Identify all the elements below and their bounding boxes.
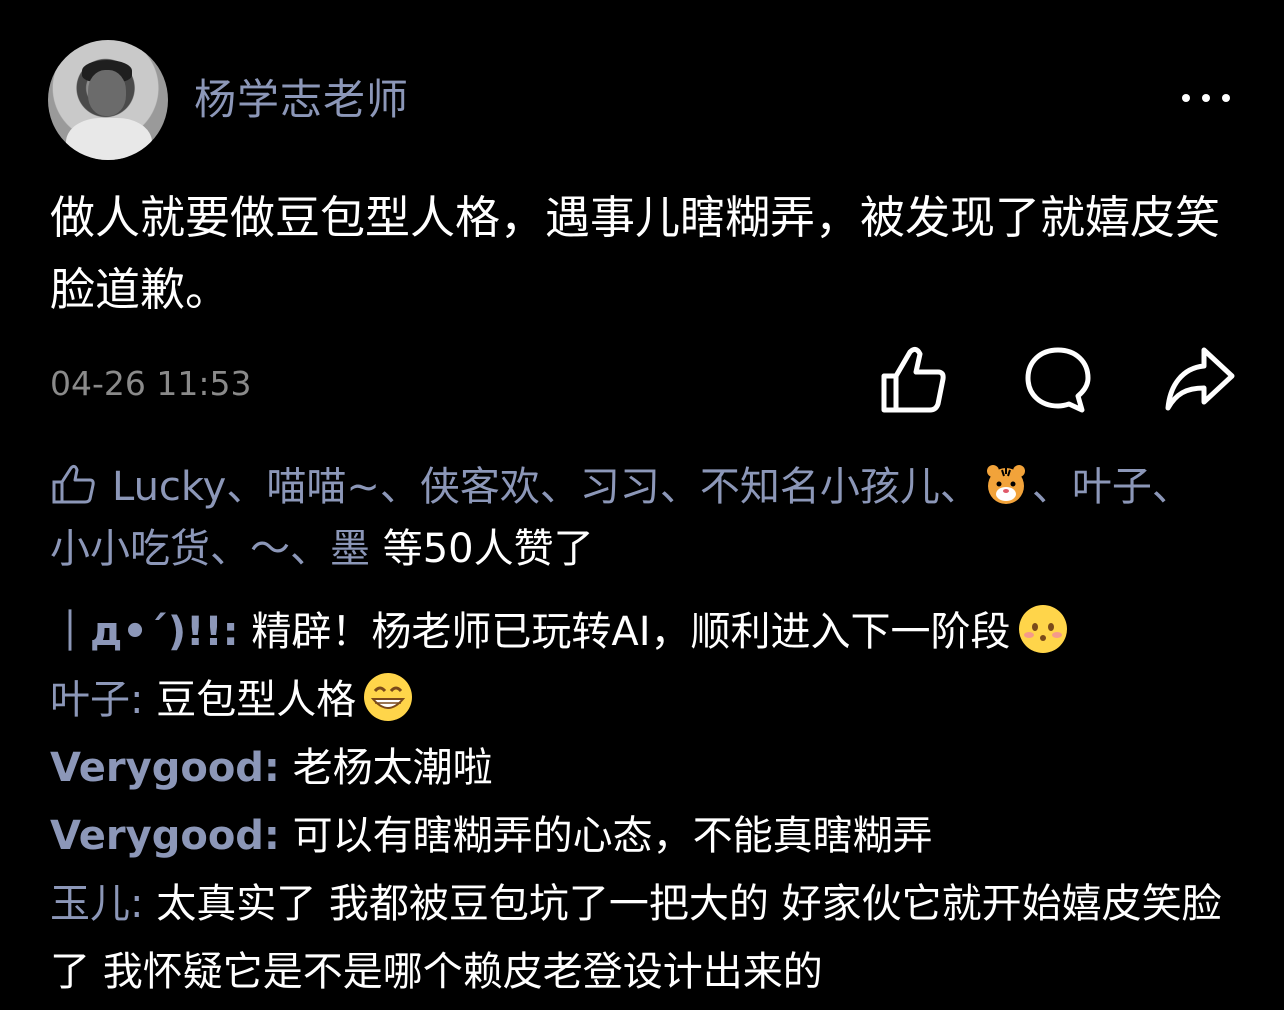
- comment-text: 老杨太潮啦: [279, 745, 493, 791]
- more-dots-icon[interactable]: [1182, 80, 1230, 116]
- comment-text: 豆包型人格: [143, 677, 357, 723]
- avatar-body: [66, 118, 152, 160]
- post-timestamp: 04-26 11:53: [50, 364, 252, 403]
- blushing-face-emoji-icon: [1018, 605, 1067, 653]
- thumbs-up-icon: [52, 464, 95, 504]
- comment-author[interactable]: Verygood:: [50, 745, 280, 791]
- comment-item[interactable]: 叶子: 豆包型人格: [50, 666, 1240, 734]
- likes-count: 等50人赞了: [370, 526, 594, 572]
- comment-item[interactable]: ｜д•´)!!: 精辟！杨老师已玩转AI，顺利进入下一阶段: [50, 598, 1240, 666]
- comment-text: 可以有瞎糊弄的心态，不能真瞎糊弄: [279, 813, 933, 859]
- grinning-face-emoji-icon: [364, 673, 413, 721]
- comment-author[interactable]: 叶子:: [50, 677, 143, 723]
- comment-item[interactable]: Verygood: 可以有瞎糊弄的心态，不能真瞎糊弄: [50, 802, 1240, 870]
- author-name[interactable]: 杨学志老师: [194, 66, 409, 127]
- tiger-emoji-icon: [986, 465, 1025, 504]
- dot: [1202, 94, 1210, 102]
- likes-names-part1[interactable]: Lucky、喵喵~、侠客欢、习习、不知名小孩儿、: [112, 464, 980, 510]
- likes-list: Lucky、喵喵~、侠客欢、习习、不知名小孩儿、 、叶子、小小吃货、～、墨 等5…: [50, 456, 1230, 580]
- bottom-fade-overlay: [980, 952, 1284, 1010]
- post-content: 做人就要做豆包型人格，遇事儿瞎糊弄，被发现了就嬉皮笑脸道歉。: [50, 191, 1221, 316]
- comment-author[interactable]: 玉儿:: [50, 881, 143, 927]
- comment-author[interactable]: Verygood:: [50, 813, 280, 859]
- comment-text: 精辟！杨老师已玩转AI，顺利进入下一阶段: [238, 609, 1011, 655]
- thumbs-up-icon[interactable]: [876, 342, 952, 418]
- comment-item[interactable]: Verygood: 老杨太潮啦: [50, 734, 1240, 802]
- avatar-face: [88, 70, 126, 116]
- share-arrow-icon[interactable]: [1162, 342, 1238, 418]
- comment-author[interactable]: ｜д•´)!!:: [50, 609, 239, 655]
- author-avatar[interactable]: [48, 40, 168, 160]
- dot: [1222, 94, 1230, 102]
- comments-list: ｜д•´)!!: 精辟！杨老师已玩转AI，顺利进入下一阶段 叶子: 豆包型人格 …: [50, 598, 1240, 1006]
- dot: [1182, 94, 1190, 102]
- comment-bubble-icon[interactable]: [1020, 342, 1096, 418]
